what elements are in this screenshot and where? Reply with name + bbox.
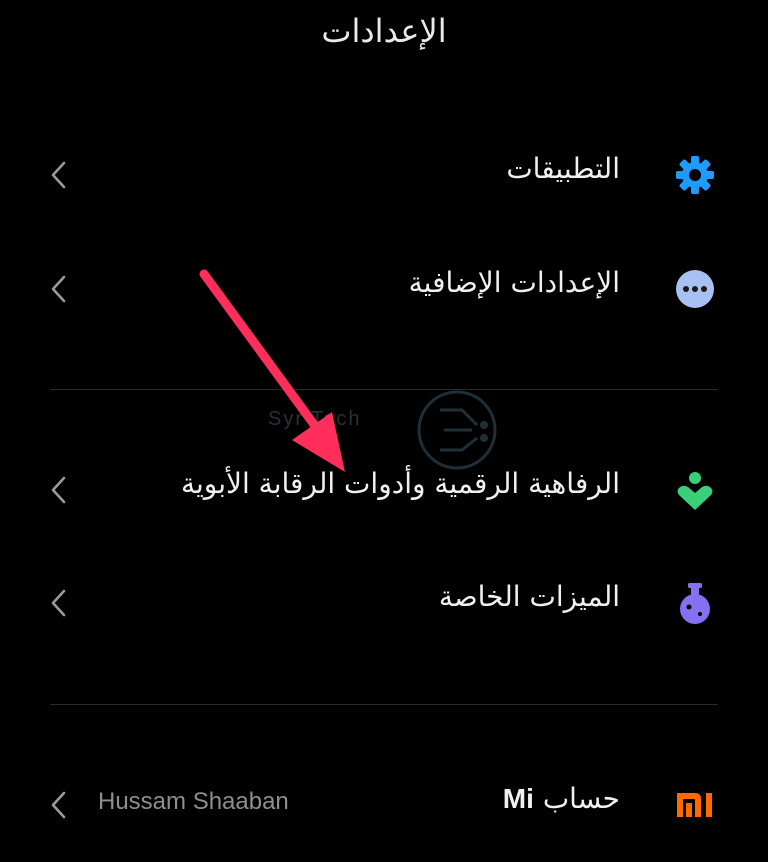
account-label-brand: Mi	[502, 783, 534, 814]
settings-item-digital-wellbeing[interactable]: الرفاهية الرقمية وأدوات الرقابة الأبوية	[0, 445, 768, 535]
settings-item-label: الميزات الخاصة	[438, 580, 620, 613]
settings-item-label: الإعدادات الإضافية	[408, 266, 620, 299]
chevron-left-icon	[51, 161, 66, 189]
chevron-left-icon	[51, 275, 66, 303]
gear-icon	[676, 156, 714, 194]
section-divider	[50, 704, 718, 705]
settings-item-apps[interactable]: التطبيقات	[0, 130, 768, 220]
account-label-prefix: حساب	[542, 782, 620, 815]
digital-wellbeing-icon	[677, 472, 713, 510]
chevron-left-icon	[51, 589, 66, 617]
page-title: الإعدادات	[321, 12, 447, 50]
annotation-arrow	[199, 269, 345, 472]
chevron-left-icon	[51, 791, 66, 819]
settings-item-additional-settings[interactable]: الإعدادات الإضافية	[0, 244, 768, 334]
settings-item-label: التطبيقات	[506, 152, 620, 185]
flask-icon	[680, 583, 710, 624]
settings-item-label: حساب Mi	[503, 782, 620, 815]
chevron-left-icon	[51, 476, 66, 504]
settings-item-mi-account[interactable]: حساب Mi Hussam Shaaban	[0, 760, 768, 850]
mi-logo-icon	[677, 793, 712, 817]
account-name-value: Hussam Shaaban	[98, 788, 289, 815]
more-dots-icon	[676, 270, 714, 308]
settings-item-special-features[interactable]: الميزات الخاصة	[0, 558, 768, 648]
